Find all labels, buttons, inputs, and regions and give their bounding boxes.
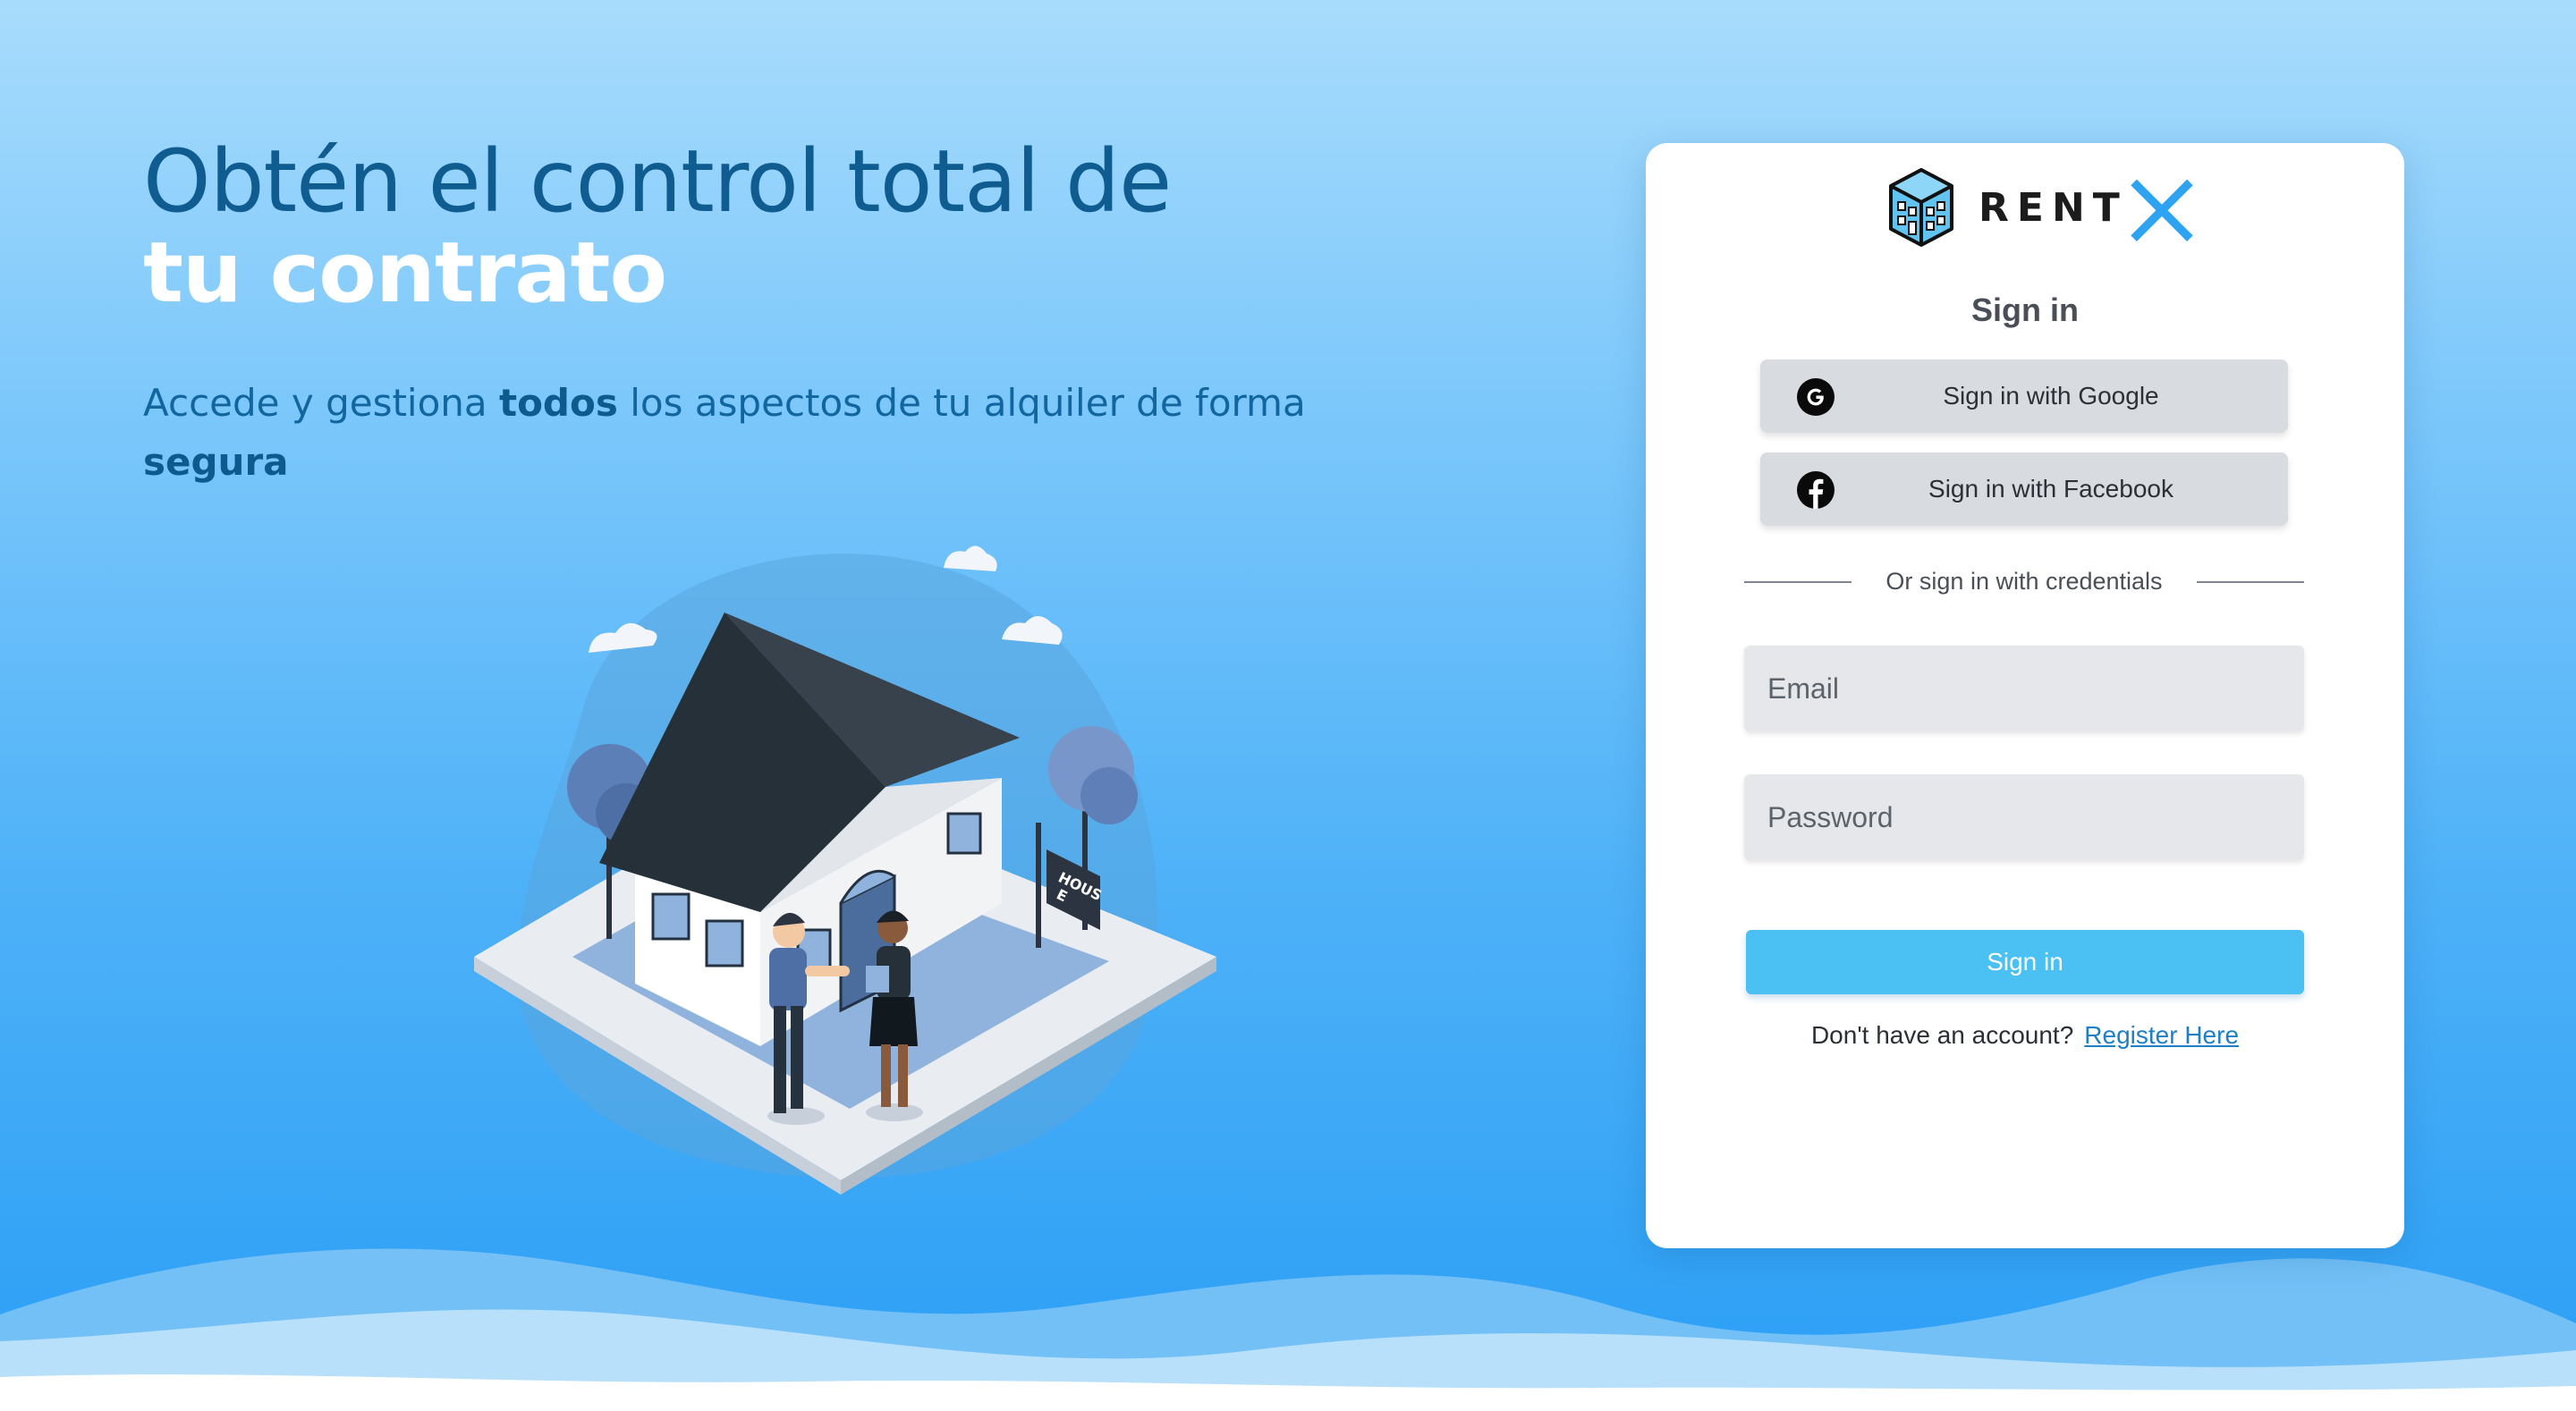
subtitle-bold: segura — [143, 440, 289, 484]
no-account-text: Don't have an account? — [1810, 1021, 2074, 1049]
register-link[interactable]: Register Here — [2084, 1021, 2239, 1049]
brand-name: RENT — [1979, 184, 2128, 231]
subtitle-text: los aspectos de tu alquiler de forma — [617, 381, 1306, 425]
facebook-icon — [1797, 471, 1835, 509]
facebook-signin-label: Sign in with Facebook — [1928, 475, 2174, 503]
headline-line-2: tu contrato — [143, 224, 667, 322]
signin-title: Sign in — [1971, 291, 2079, 328]
signin-submit-button[interactable]: Sign in — [1746, 930, 2304, 994]
building-logo-icon — [1889, 168, 1953, 247]
subtitle-bold: todos — [499, 381, 618, 425]
google-signin-label: Sign in with Google — [1943, 382, 2159, 410]
brand-x-mark — [2131, 179, 2193, 241]
divider-line — [2197, 581, 2304, 583]
google-signin-button[interactable]: Sign in with Google — [1760, 359, 2288, 433]
credentials-divider: Or sign in with credentials — [1744, 563, 2304, 599]
hero-section: Obtén el control total de tu contrato Ac… — [143, 134, 1324, 492]
brand-logo[interactable]: RENT — [1887, 165, 2196, 250]
hero-subtitle: Accede y gestiona todos los aspectos de … — [143, 374, 1324, 492]
subtitle-text: Accede y gestiona — [143, 381, 499, 425]
register-prompt: Don't have an account? Register Here — [1646, 1021, 2404, 1050]
password-field[interactable] — [1744, 774, 2304, 860]
headline-line-1: Obtén el control total de — [143, 131, 1172, 232]
house-illustration: HOUS E — [474, 545, 1216, 1195]
google-icon — [1797, 378, 1835, 416]
email-field[interactable] — [1744, 646, 2304, 731]
signin-card: RENT Sign in Sign in with Google Sign in… — [1646, 143, 2404, 1248]
facebook-signin-button[interactable]: Sign in with Facebook — [1760, 452, 2288, 526]
